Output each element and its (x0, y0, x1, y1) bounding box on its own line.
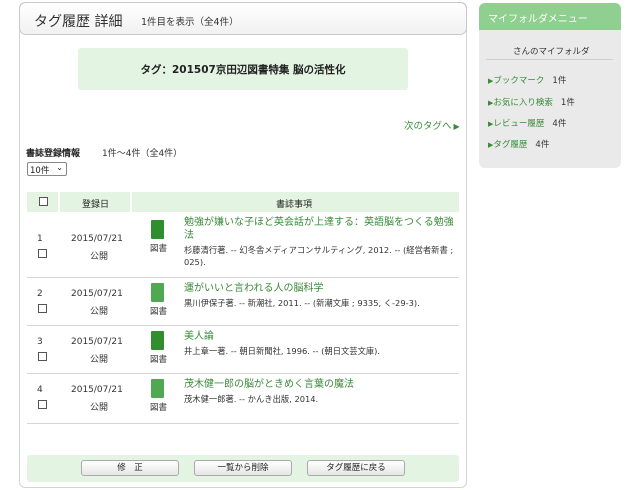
row-checkbox[interactable] (38, 249, 47, 258)
myfolder-menu-header: マイフォルダメニュー (479, 3, 621, 30)
table-row: 3 2015/07/21 公開 図書 美人論 井上章一著. -- 朝日新聞社, … (27, 326, 459, 374)
page-title: タグ履歴 詳細 (34, 14, 123, 30)
row-visibility: 公開 (90, 252, 109, 262)
edit-button[interactable]: 修 正 (81, 460, 179, 476)
book-icon (151, 379, 164, 398)
myfolder-user-label: さんのマイフォルダ (513, 47, 590, 57)
book-icon (151, 331, 164, 350)
row-number: 4 (37, 385, 43, 395)
row-date: 2015/07/21 (71, 337, 123, 347)
row-visibility: 公開 (90, 403, 109, 413)
chevron-down-icon: ⌄ (56, 163, 63, 172)
book-meta: 黒川伊保子著. -- 新潮社, 2011. -- (新潮文庫 ; 9335, く… (184, 298, 420, 308)
sidebar-item-review-history[interactable]: ▶レビュー履歴 4件 (488, 117, 566, 129)
header-info: 書誌事項 (276, 200, 313, 210)
sidebar-item-count: 4件 (535, 140, 550, 150)
tag-label: タグ：201507京田辺図書特集 脳の活性化 (140, 64, 346, 76)
table-row: 1 2015/07/21 公開 図書 勉強が嫌いな子ほど英会話が上達する：英語脳… (27, 212, 459, 278)
material-type: 図書 (150, 355, 168, 365)
title-box: タグ履歴 詳細 1件目を表示（全4件） (19, 2, 467, 35)
row-date: 2015/07/21 (71, 385, 123, 395)
row-checkbox[interactable] (38, 304, 47, 313)
sidebar-item-label: お気に入り検索 (493, 98, 553, 108)
header-date: 登録日 (82, 200, 110, 210)
row-date: 2015/07/21 (71, 289, 123, 299)
select-all-checkbox[interactable] (39, 197, 48, 206)
sidebar-item-label: ブックマーク (493, 76, 545, 86)
sidebar-item-label: レビュー履歴 (493, 119, 545, 129)
sidebar-item-favorite-search[interactable]: ▶お気に入り検索 1件 (488, 96, 575, 108)
table-row: 2 2015/07/21 公開 図書 運がいいと言われる人の脳科学 黒川伊保子著… (27, 278, 459, 326)
biblio-range: 1件～4件（全4件） (102, 149, 183, 159)
triangle-right-icon: ▶ (453, 122, 460, 131)
book-title-link[interactable]: 茂木健一郎の脳がときめく言葉の魔法 (184, 378, 454, 391)
per-page-value: 10件 (30, 166, 50, 176)
row-date: 2015/07/21 (71, 234, 123, 244)
book-meta: 杉藤清行著. -- 幻冬舎メディアコンサルティング, 2012. -- (経営者… (184, 245, 454, 267)
table-row: 4 2015/07/21 公開 図書 茂木健一郎の脳がときめく言葉の魔法 茂木健… (27, 374, 459, 424)
sidebar-item-bookmark[interactable]: ▶ブックマーク 1件 (488, 74, 566, 86)
sidebar-item-tag-history[interactable]: ▶タグ履歴 4件 (488, 138, 549, 150)
row-visibility: 公開 (90, 307, 109, 317)
book-title-link[interactable]: 勉強が嫌いな子ほど英会話が上達する：英語脳をつくる勉強法 (184, 216, 454, 242)
row-visibility: 公開 (90, 355, 109, 365)
row-number: 1 (37, 234, 43, 244)
per-page-select[interactable]: 10件 ⌄ (27, 162, 67, 176)
header-divider (130, 192, 132, 212)
sidebar-item-count: 4件 (552, 119, 567, 129)
book-title-link[interactable]: 美人論 (184, 330, 454, 343)
row-number: 3 (37, 337, 43, 347)
sidebar-divider (486, 59, 613, 60)
book-meta: 茂木健一郎著. -- かんき出版, 2014. (184, 394, 319, 404)
book-icon (151, 220, 164, 239)
book-meta: 井上章一著. -- 朝日新聞社, 1996. -- (朝日文芸文庫). (184, 346, 381, 356)
sidebar-item-count: 1件 (560, 98, 575, 108)
next-tag-link[interactable]: 次のタグへ ▶ (404, 118, 460, 132)
material-type: 図書 (150, 244, 168, 254)
biblio-section-title: 書誌登録情報 (26, 149, 81, 159)
next-tag-label: 次のタグへ (404, 121, 452, 132)
delete-from-list-button[interactable]: 一覧から削除 (194, 460, 292, 476)
row-number: 2 (37, 289, 43, 299)
table-header: 登録日 書誌事項 (27, 192, 459, 212)
action-bar: 修 正 一覧から削除 タグ履歴に戻る (27, 455, 459, 482)
book-icon (151, 283, 164, 302)
sidebar-item-count: 1件 (552, 76, 567, 86)
material-type: 図書 (150, 403, 168, 413)
myfolder-menu-title: マイフォルダメニュー (488, 14, 588, 25)
header-divider (58, 192, 60, 212)
back-to-tag-history-button[interactable]: タグ履歴に戻る (307, 460, 405, 476)
book-title-link[interactable]: 運がいいと言われる人の脳科学 (184, 282, 454, 295)
sidebar-item-label: タグ履歴 (493, 140, 528, 150)
row-checkbox[interactable] (38, 352, 47, 361)
row-checkbox[interactable] (38, 400, 47, 409)
result-count: 1件目を表示（全4件） (141, 17, 239, 28)
tag-box: タグ：201507京田辺図書特集 脳の活性化 (78, 48, 408, 90)
material-type: 図書 (150, 307, 168, 317)
